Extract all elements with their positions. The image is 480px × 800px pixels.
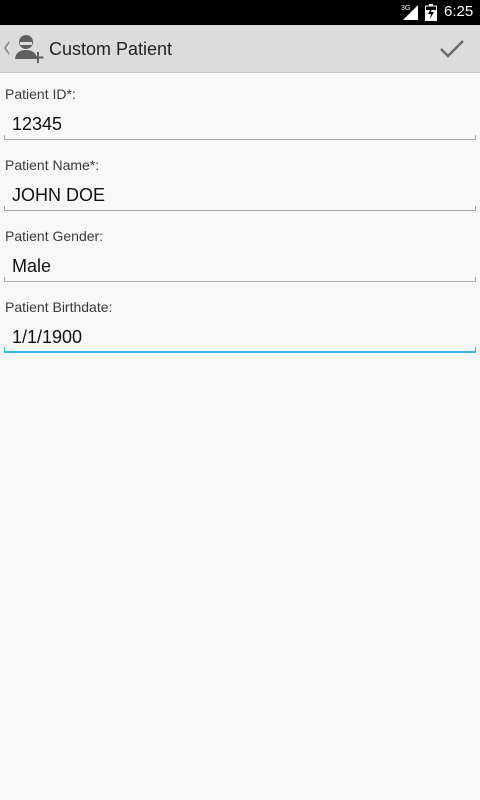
patient-name-label: Patient Name*:: [5, 157, 100, 173]
patient-gender-input[interactable]: [4, 250, 476, 282]
patient-birthdate-input[interactable]: [4, 321, 476, 353]
patient-name-underline: [4, 206, 476, 211]
back-chevron-icon[interactable]: [3, 41, 11, 55]
patient-gender-label: Patient Gender:: [5, 228, 104, 244]
battery-icon: [425, 4, 437, 21]
checkmark-icon: [440, 40, 464, 58]
patient-birthdate-label: Patient Birthdate:: [5, 299, 113, 315]
patient-id-field[interactable]: [4, 108, 476, 140]
patient-id-underline: [4, 135, 476, 140]
patient-gender-field[interactable]: [4, 250, 476, 282]
patient-name-input[interactable]: [4, 179, 476, 211]
action-bar: Custom Patient: [0, 25, 480, 73]
status-bar: 3G 6:25: [0, 0, 480, 25]
patient-birthdate-underline: [4, 347, 476, 353]
status-clock: 6:25: [444, 3, 474, 20]
patient-id-input[interactable]: [4, 108, 476, 140]
done-button[interactable]: [428, 33, 476, 65]
signal-icon: [403, 5, 418, 20]
page-title: Custom Patient: [49, 39, 173, 59]
add-person-icon[interactable]: [14, 33, 44, 65]
patient-name-field[interactable]: [4, 179, 476, 211]
patient-id-label: Patient ID*:: [5, 86, 76, 102]
patient-gender-underline: [4, 277, 476, 282]
patient-birthdate-field[interactable]: [4, 321, 476, 353]
